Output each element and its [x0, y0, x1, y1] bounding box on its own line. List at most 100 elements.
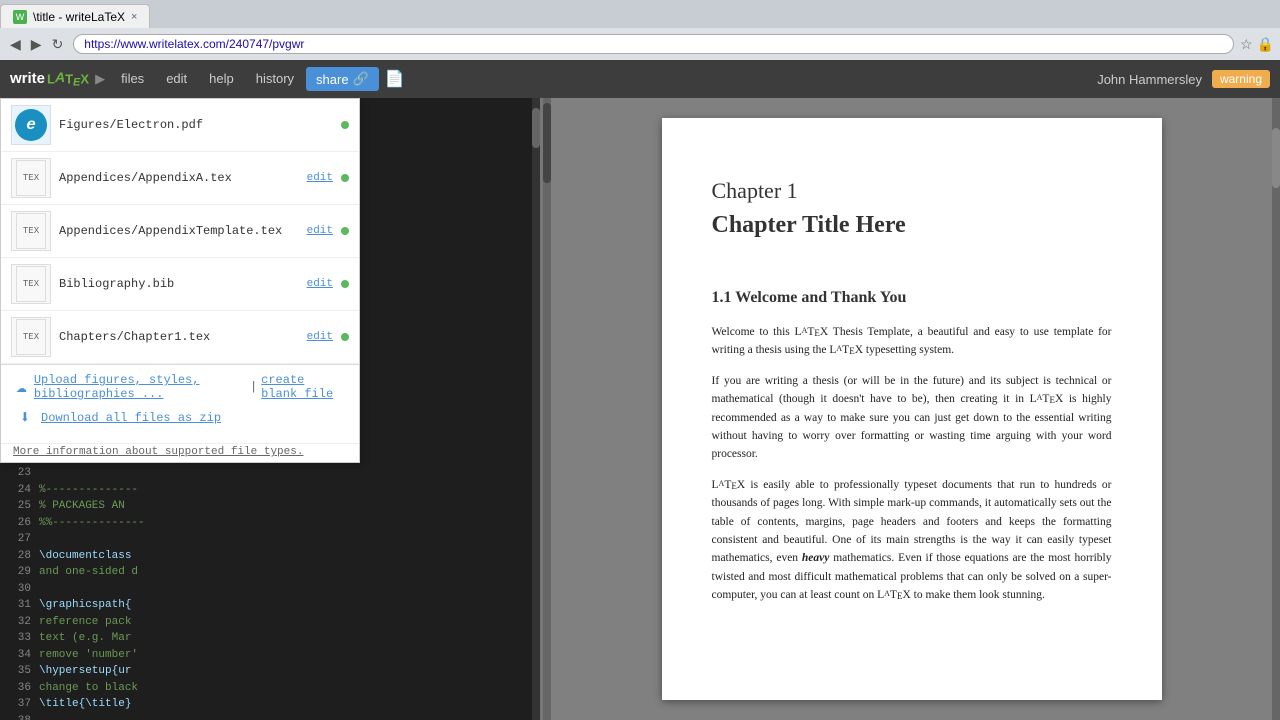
line-number: 30 [6, 581, 31, 598]
file-edit-link[interactable]: edit [307, 278, 333, 290]
line-number: 36 [6, 680, 31, 697]
line-text: and one-sided d [39, 564, 138, 581]
nav-edit[interactable]: edit [156, 67, 197, 91]
line-number: 34 [6, 647, 31, 664]
pdf-paragraph-3: LATEX is easily able to professionally t… [712, 476, 1112, 605]
upload-row: ☁ Upload figures, styles, bibliographies… [13, 373, 347, 401]
file-thumbnail: TEX [11, 158, 51, 198]
nav-buttons: ◀ ▶ ↻ [6, 34, 67, 55]
download-icon: ⬇ [13, 407, 37, 429]
editor-scrollbar[interactable] [532, 98, 540, 720]
file-status-dot [341, 121, 349, 129]
file-edit-link[interactable]: edit [307, 331, 333, 343]
editor-line: 31\graphicspath{ [0, 597, 540, 614]
line-text: %%-------------- [39, 515, 145, 532]
pdf-scrollbar-right-thumb[interactable] [1272, 128, 1280, 188]
download-link[interactable]: Download all files as zip [41, 411, 221, 425]
file-thumbnail: TEX [11, 317, 51, 357]
address-bar: ◀ ▶ ↻ https://www.writelatex.com/240747/… [0, 28, 1280, 60]
tab-bar: W \title - writeLaTeX × [0, 0, 1280, 28]
file-edit-link[interactable]: edit [307, 225, 333, 237]
line-text: % PACKAGES AN [39, 498, 125, 515]
line-text: reference pack [39, 614, 131, 631]
file-status-dot [341, 280, 349, 288]
pdf-page: Chapter 1 Chapter Title Here 1.1 Welcome… [662, 118, 1162, 700]
editor-line: 26 %%-------------- [0, 515, 540, 532]
file-info-link[interactable]: More information about supported file ty… [1, 444, 359, 462]
file-list: eFigures/Electron.pdfTEXAppendices/Appen… [1, 99, 359, 365]
header-left: writeLATEX ▶ files edit help history sha… [10, 67, 405, 91]
pdf-scrollbar-left[interactable] [543, 98, 551, 720]
line-text: \hypersetup{ur [39, 663, 131, 680]
pdf-content: Chapter 1 Chapter Title Here 1.1 Welcome… [543, 98, 1280, 720]
action-separator: | [250, 380, 257, 394]
file-list-item[interactable]: TEX Bibliography.bib edit [1, 258, 359, 311]
file-list-item[interactable]: e Figures/Electron.pdf [1, 99, 359, 152]
editor-line: 32 reference pack [0, 614, 540, 631]
pdf-icon[interactable]: 📄 [385, 69, 405, 89]
file-list-item[interactable]: TEXChapters/Chapter1.texedit [1, 311, 359, 364]
file-thumbnail: e [11, 105, 51, 145]
file-name: Bibliography.bib [59, 277, 299, 291]
file-status-dot [341, 333, 349, 341]
logo-write-text: write [10, 70, 45, 87]
browser-right-icons: ☆ 🔒 [1240, 36, 1274, 53]
download-row: ⬇ Download all files as zip [13, 407, 347, 429]
file-thumbnail: TEX [11, 264, 51, 304]
editor-scrollbar-thumb[interactable] [532, 108, 540, 148]
url-bar[interactable]: https://www.writelatex.com/240747/pvgwr [73, 34, 1234, 54]
tab-favicon: W [13, 10, 27, 24]
line-number: 23 [6, 465, 31, 482]
line-number: 35 [6, 663, 31, 680]
upload-link[interactable]: Upload figures, styles, bibliographies .… [34, 373, 246, 401]
line-number: 37 [6, 696, 31, 713]
line-number: 28 [6, 548, 31, 565]
line-text: %-------------- [39, 482, 138, 499]
editor-line: 36change to black [0, 680, 540, 697]
active-tab[interactable]: W \title - writeLaTeX × [0, 4, 150, 28]
editor-line: 33text (e.g. Mar [0, 630, 540, 647]
editor-line: 30 [0, 581, 540, 598]
header-nav: files edit help history share 🔗 [111, 67, 379, 91]
line-text: \documentclass [39, 548, 131, 565]
nav-files[interactable]: files [111, 67, 154, 91]
line-text: remove 'number' [39, 647, 138, 664]
line-text: \graphicspath{ [39, 597, 131, 614]
line-number: 26 [6, 515, 31, 532]
line-number: 38 [6, 713, 31, 720]
pdf-chapter-title: Chapter Title Here [712, 212, 1112, 239]
editor-line: 27 [0, 531, 540, 548]
refresh-button[interactable]: ↻ [48, 34, 68, 55]
file-list-item[interactable]: TEXAppendices/AppendixTemplate.texedit [1, 205, 359, 258]
create-blank-link[interactable]: create blank file [261, 373, 347, 401]
line-number: 24 [6, 482, 31, 499]
share-button[interactable]: share 🔗 [306, 67, 379, 91]
pdf-paragraph-2: If you are writing a thesis (or will be … [712, 372, 1112, 464]
nav-history[interactable]: history [246, 67, 304, 91]
file-edit-link[interactable]: edit [307, 172, 333, 184]
file-list-item[interactable]: TEXAppendices/AppendixA.texedit [1, 152, 359, 205]
file-actions: ☁ Upload figures, styles, bibliographies… [1, 365, 359, 444]
pdf-scrollbar-left-thumb[interactable] [543, 103, 551, 183]
app-header: writeLATEX ▶ files edit help history sha… [0, 60, 1280, 98]
file-status-dot [341, 174, 349, 182]
editor-panel[interactable]: 1%%%%%%%%%%%%%%%%%%%%2% Thesis3% LaTeX T… [0, 98, 540, 720]
security-icon: 🔒 [1257, 36, 1274, 53]
writelatex-logo: writeLATEX [10, 69, 89, 89]
editor-line: 35 \hypersetup{ur [0, 663, 540, 680]
warning-badge[interactable]: warning [1212, 70, 1270, 88]
logo-latex-text: LATEX [47, 69, 89, 89]
pdf-panel: Chapter 1 Chapter Title Here 1.1 Welcome… [543, 98, 1280, 720]
file-name: Figures/Electron.pdf [59, 118, 333, 132]
bookmark-icon[interactable]: ☆ [1240, 36, 1253, 53]
main-area: 1%%%%%%%%%%%%%%%%%%%%2% Thesis3% LaTeX T… [0, 98, 1280, 720]
forward-button[interactable]: ▶ [27, 34, 46, 55]
editor-line: 37\title{\title} [0, 696, 540, 713]
line-number: 32 [6, 614, 31, 631]
tab-close-button[interactable]: × [131, 11, 137, 23]
nav-help[interactable]: help [199, 67, 244, 91]
pdf-scrollbar-right[interactable] [1272, 98, 1280, 720]
back-button[interactable]: ◀ [6, 34, 25, 55]
file-name: Appendices/AppendixTemplate.tex [59, 224, 299, 238]
editor-line: 38 [0, 713, 540, 720]
